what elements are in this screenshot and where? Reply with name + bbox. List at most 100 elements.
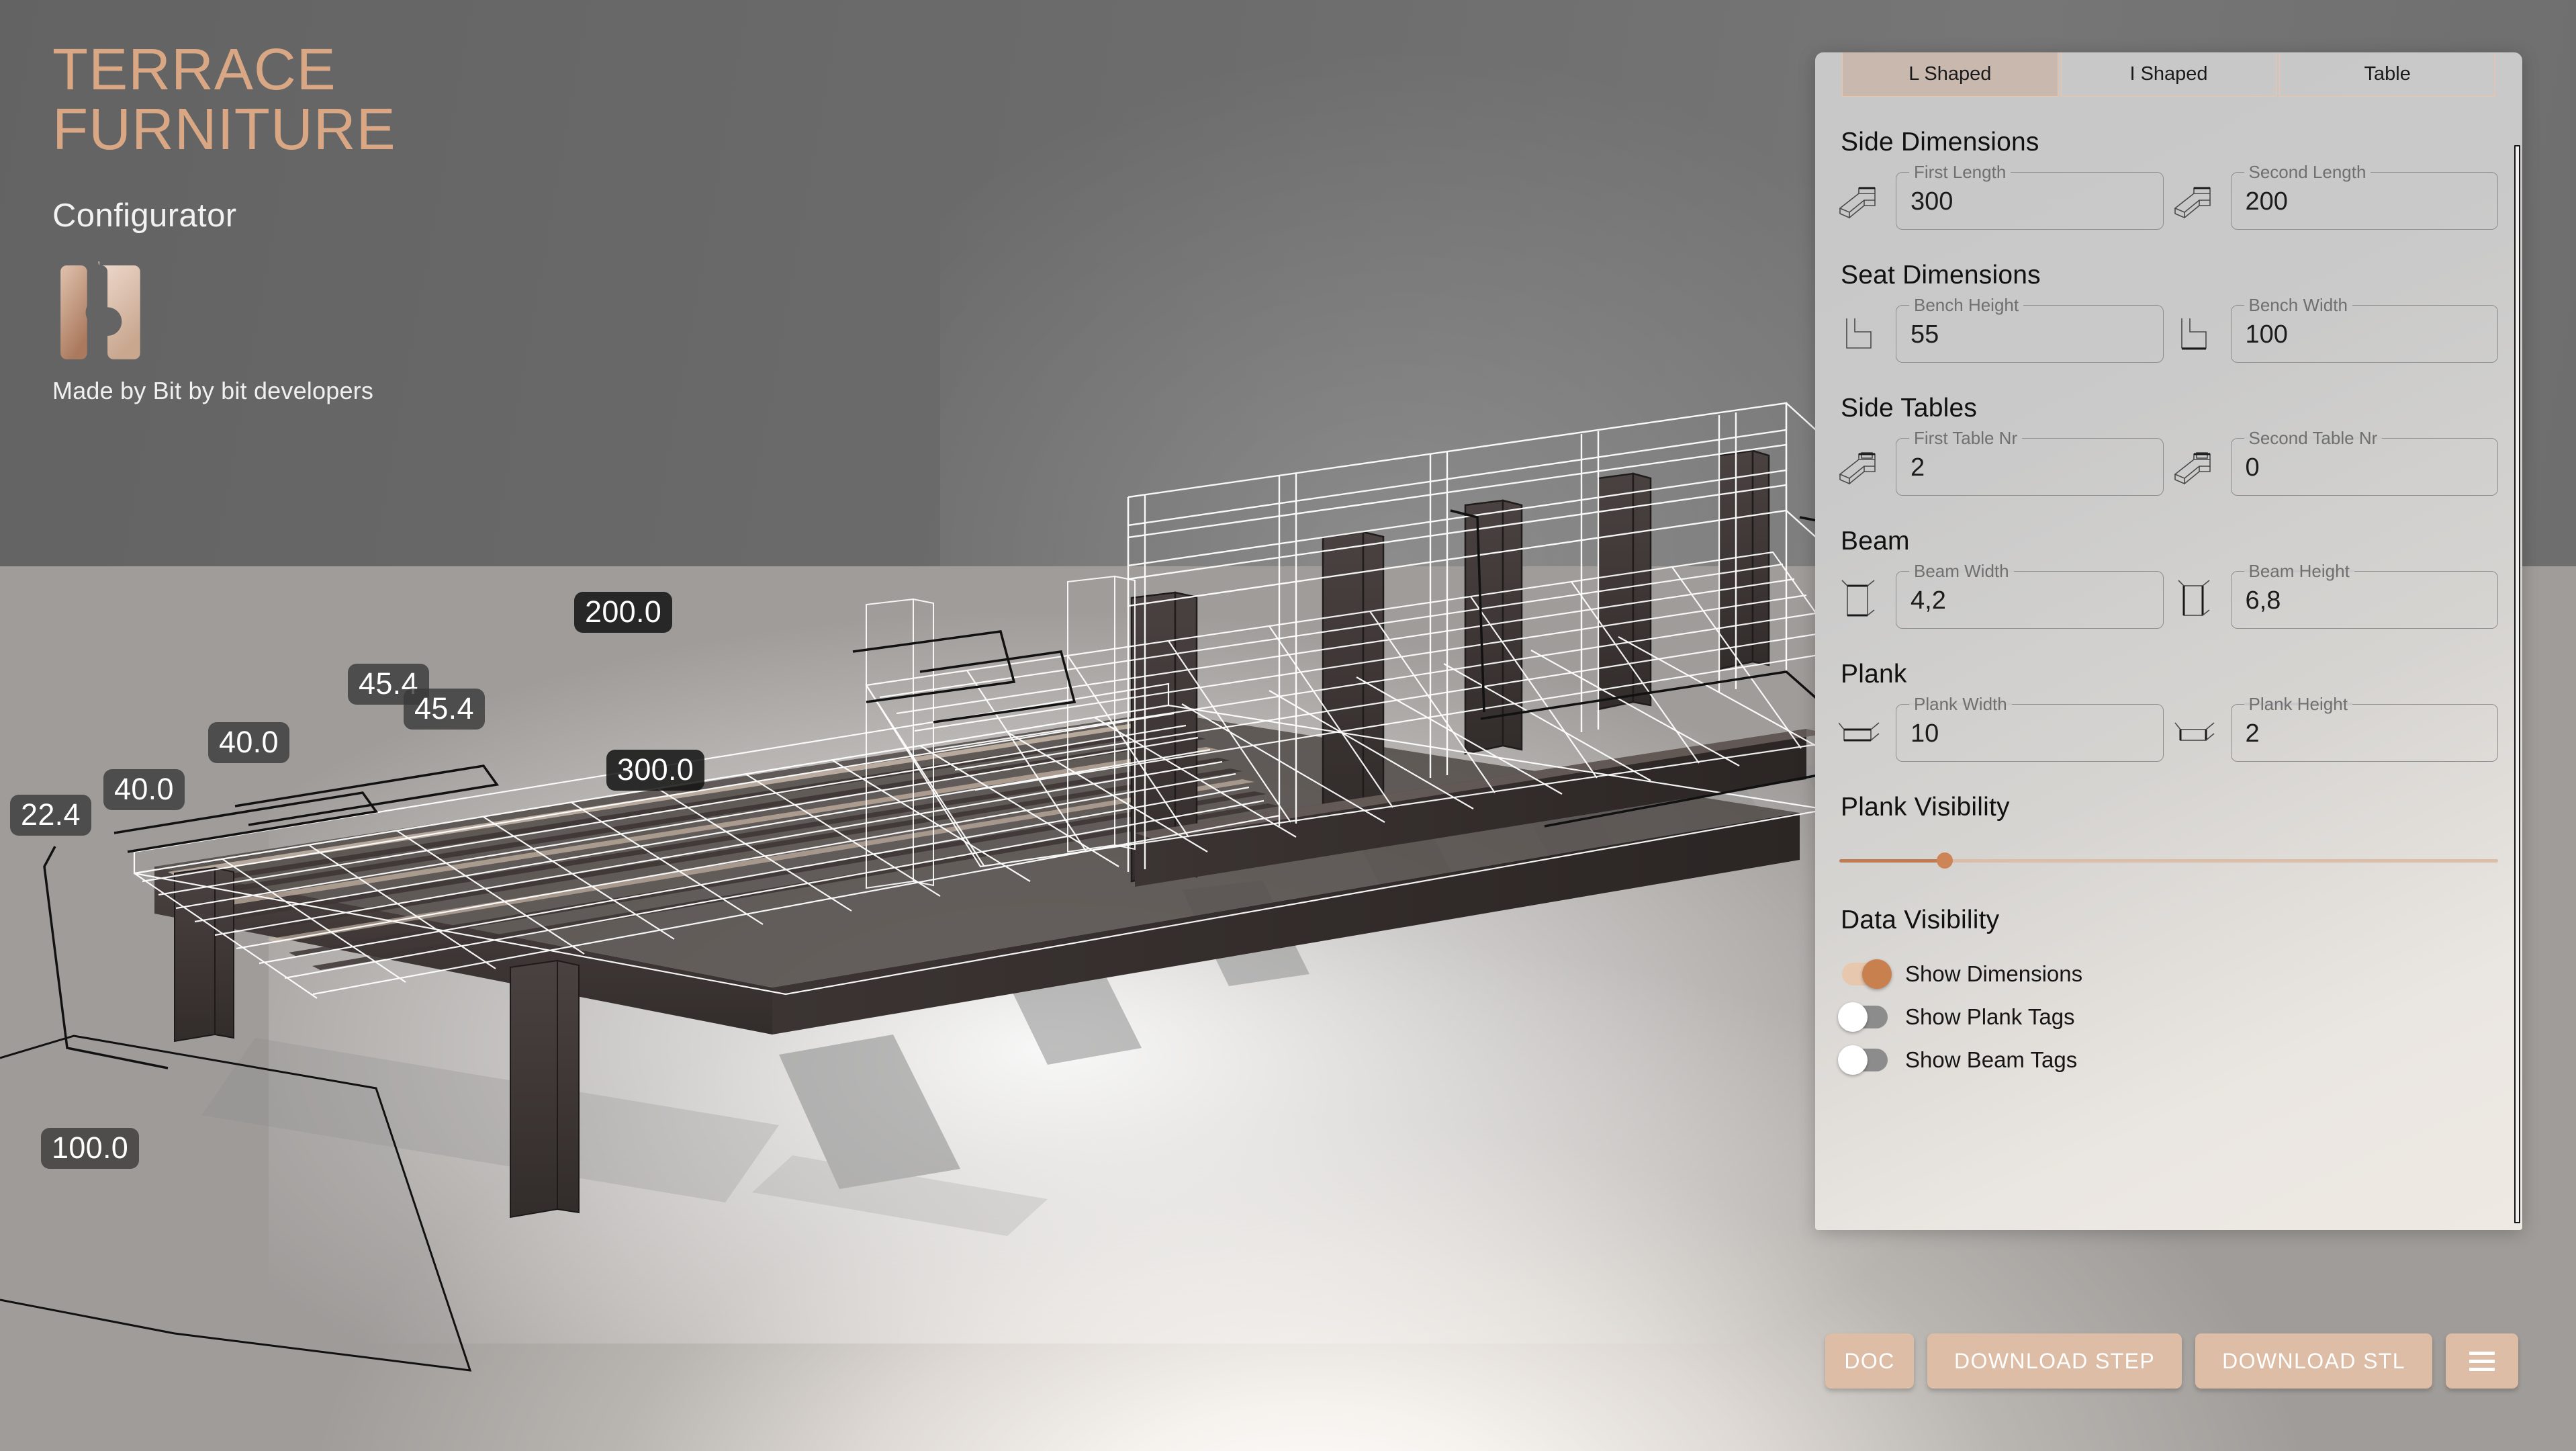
field-input-plank-height[interactable] [2245,719,2486,749]
l-shape-table-icon [1835,443,1886,490]
toggle-knob [1838,1045,1868,1075]
branding-block: TERRACE FURNITURE Configurator Made by B… [52,40,396,405]
slider-fill [1839,859,1945,863]
dimension-tag: 22.4 [10,795,91,836]
field-input-bench-height[interactable] [1911,320,2152,350]
toggle-switch[interactable] [1838,1002,1888,1032]
l-shape-bench-icon [2170,177,2221,224]
field-cell: Beam Height [2170,561,2498,629]
field-cell: First Table Nr [1835,428,2164,496]
beam-width-icon [1835,576,1886,623]
configurator-panel: L Shaped I Shaped Table Side Dimensions Fi… [1815,52,2522,1230]
field-cell: Second Length [2170,162,2498,230]
panel-scroll-container[interactable]: L Shaped I Shaped Table Side Dimensions Fi… [1815,52,2522,1230]
text-field[interactable]: Bench Height [1896,295,2164,363]
text-field[interactable]: Plank Height [2230,694,2498,762]
beam-height-icon [2170,576,2221,623]
l-shape-bench-icon [1835,177,1886,224]
field-cell: Bench Height [1835,295,2164,363]
slider-thumb[interactable] [1936,852,1953,869]
field-label-beam-height: Beam Height [2248,561,2350,581]
download-stl-button[interactable]: DOWNLOAD STL [2195,1333,2432,1389]
page-subtitle: Configurator [52,197,237,234]
panel-scrollbar[interactable] [2514,145,2520,1223]
bitbybit-logo-icon [60,261,140,360]
field-row: Beam Width Beam Height [1815,561,2522,629]
text-field[interactable]: First Length [1896,162,2164,230]
toggle-label: Show Plank Tags [1905,1004,2075,1029]
dimension-tag: 200.0 [574,592,673,633]
field-cell: Plank Height [2170,694,2498,762]
toggle-knob [1862,959,1892,989]
field-label-beam-width: Beam Width [1914,561,2009,581]
shape-tab-bar: L Shaped I Shaped Table [1815,52,2522,97]
seat-height-icon [1835,310,1886,357]
field-cell: First Length [1835,162,2164,230]
text-field[interactable]: Second Table Nr [2230,428,2498,496]
section-title: Seat Dimensions [1841,261,2041,290]
section-title: Plank [1841,660,1907,689]
section-title: Beam [1841,527,1910,556]
section-title: Side Tables [1841,394,1978,423]
credit-text: Made by Bit by bit developers [52,377,374,405]
l-shape-table-icon [2170,443,2221,490]
field-row: First Table Nr Second Table Nr [1815,428,2522,496]
field-label-bench-height: Bench Height [1914,295,2019,315]
field-row: Bench Height Bench Width [1815,295,2522,363]
dimension-tag: 40.0 [208,722,289,763]
toggle-switch[interactable] [1838,1045,1888,1075]
section-title: Side Dimensions [1841,128,2039,157]
toggle-label: Show Dimensions [1905,961,2083,986]
field-label-second-length: Second Length [2248,162,2366,182]
doc-button[interactable]: DOC [1825,1333,1914,1389]
toggle-knob [1838,1002,1868,1032]
field-label-second-table-nr: Second Table Nr [2248,428,2378,448]
field-input-first-length[interactable] [1911,187,2152,217]
tab-i-shaped[interactable]: I Shaped [2060,52,2277,97]
hamburger-menu-icon [2469,1351,2495,1371]
download-step-button[interactable]: DOWNLOAD STEP [1927,1333,2182,1389]
tab-table[interactable]: Table [2279,52,2496,97]
field-row: First Length Second Length [1815,162,2522,230]
text-field[interactable]: Bench Width [2230,295,2498,363]
dimension-tag: 40.0 [103,769,185,810]
field-input-bench-width[interactable] [2245,320,2486,350]
text-field[interactable]: Beam Height [2230,561,2498,629]
field-label-plank-width: Plank Width [1914,694,2007,714]
toggle-row-show-beam-tags[interactable]: Show Beam Tags [1838,1039,2522,1082]
field-input-plank-width[interactable] [1911,719,2152,749]
text-field[interactable]: Beam Width [1896,561,2164,629]
field-cell: Plank Width [1835,694,2164,762]
text-field[interactable]: Second Length [2230,162,2498,230]
settings-sections: Side Dimensions First Length Second Leng… [1815,128,2522,762]
field-label-plank-height: Plank Height [2248,694,2348,714]
tab-l-shaped[interactable]: L Shaped [1842,52,2058,97]
field-cell: Second Table Nr [2170,428,2498,496]
field-row: Plank Width Plank Height [1815,694,2522,762]
toggle-switch[interactable] [1842,959,1892,989]
text-field[interactable]: First Table Nr [1896,428,2164,496]
data-visibility-toggles: Show Dimensions Show Plank Tags Show Beam … [1815,953,2522,1082]
menu-button[interactable] [2445,1333,2518,1389]
toggle-row-show-dimensions[interactable]: Show Dimensions [1842,953,2522,996]
action-button-bar: DOC DOWNLOAD STEP DOWNLOAD STL [1825,1333,2518,1389]
plank-height-icon [2170,709,2221,756]
field-input-beam-width[interactable] [1911,586,2152,616]
field-cell: Bench Width [2170,295,2498,363]
plank-visibility-slider[interactable] [1839,850,2498,871]
field-label-bench-width: Bench Width [2248,295,2348,315]
field-input-second-table-nr[interactable] [2245,453,2486,483]
field-input-first-table-nr[interactable] [1911,453,2152,483]
page-title: TERRACE FURNITURE [52,37,396,162]
dimension-tag: 300.0 [606,750,705,791]
text-field[interactable]: Plank Width [1896,694,2164,762]
field-input-beam-height[interactable] [2245,586,2486,616]
dimension-tag: 45.4 [404,689,485,730]
toggle-row-show-plank-tags[interactable]: Show Plank Tags [1838,996,2522,1039]
field-label-first-table-nr: First Table Nr [1914,428,2018,448]
plank-width-icon [1835,709,1886,756]
field-cell: Beam Width [1835,561,2164,629]
toggle-label: Show Beam Tags [1905,1047,2078,1072]
seat-width-icon [2170,310,2221,357]
field-input-second-length[interactable] [2245,187,2486,217]
